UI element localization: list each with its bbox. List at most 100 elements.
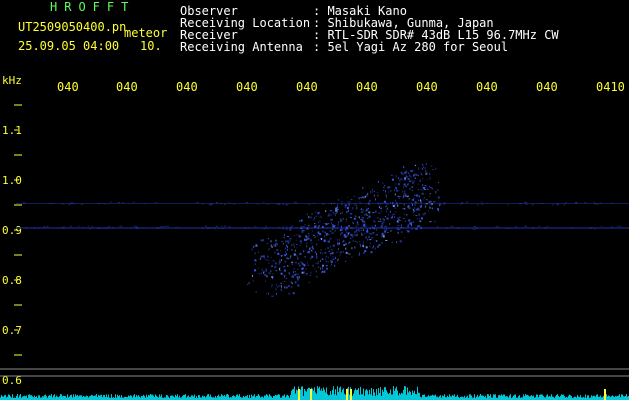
echo-pixel (282, 290, 284, 292)
noise-pixel (472, 228, 475, 230)
echo-pixel (284, 260, 287, 263)
echo-pixel (286, 245, 287, 247)
noise-pixel (82, 226, 85, 228)
level-bar (146, 394, 147, 400)
echo-pixel (339, 251, 342, 254)
echo-pixel (314, 268, 316, 270)
echo-pixel (308, 281, 311, 283)
level-bar (379, 393, 380, 400)
echo-pixel (268, 292, 270, 295)
level-bar (223, 396, 224, 400)
echo-pixel (276, 292, 277, 295)
echo-pixel (369, 242, 371, 244)
echo-pixel (321, 238, 322, 240)
echo-pixel (360, 211, 363, 213)
level-bar (94, 395, 95, 400)
noise-pixel (450, 226, 453, 228)
level-bar (318, 388, 319, 400)
noise-pixel (340, 228, 343, 230)
echo-pixel (260, 239, 263, 242)
echo-pixel (351, 235, 354, 238)
echo-pixel (427, 187, 429, 189)
echo-pixel (294, 281, 297, 284)
level-bar (624, 396, 625, 400)
level-bar (297, 390, 298, 400)
echo-pixel (373, 190, 375, 192)
echo-pixel (280, 272, 283, 275)
level-bar (404, 386, 405, 400)
echo-pixel (350, 199, 353, 200)
echo-pixel (290, 227, 292, 228)
echo-pixel (266, 275, 268, 278)
echo-pixel (404, 177, 407, 180)
echo-pixel (339, 220, 341, 222)
echo-pixel (269, 248, 270, 250)
level-bar (307, 388, 308, 400)
level-bar (580, 395, 581, 400)
app-brand: HROFFT (50, 0, 136, 14)
noise-pixel (70, 202, 73, 204)
echo-pixel (309, 248, 311, 250)
noise-pixel (68, 204, 71, 206)
echo-pixel (248, 281, 250, 284)
echo-pixel (364, 233, 366, 235)
echo-pixel (366, 228, 368, 231)
level-bar (578, 396, 579, 400)
echo-pixel (423, 197, 425, 199)
echo-pixel (402, 195, 404, 197)
level-bar (452, 395, 453, 400)
echo-pixel (330, 222, 332, 225)
echo-pixel (325, 256, 328, 258)
echo-pixel (350, 237, 352, 239)
echo-pixel (421, 167, 423, 170)
echo-pixel (325, 259, 327, 261)
echo-pixel (352, 221, 354, 223)
echo-pixel (353, 195, 355, 197)
level-bar (608, 395, 609, 400)
level-bar (118, 396, 119, 400)
level-bar (1, 395, 2, 400)
echo-pixel (312, 264, 314, 267)
echo-pixel (407, 178, 410, 180)
echo-pixel (291, 286, 293, 289)
level-bar (251, 394, 252, 400)
echo-pixel (411, 198, 414, 201)
level-bar (25, 396, 26, 400)
level-bar (34, 395, 35, 400)
level-bar (418, 392, 419, 400)
echo-pixel (437, 208, 439, 211)
echo-pixel (365, 225, 367, 227)
echo-pixel (330, 218, 333, 221)
level-bar (183, 395, 184, 400)
echo-pixel (429, 177, 431, 180)
level-bar (243, 395, 244, 400)
echo-pixel (431, 188, 433, 190)
level-bar (179, 395, 180, 400)
level-bar (133, 395, 134, 400)
echo-pixel (352, 207, 354, 210)
level-bar (344, 393, 345, 400)
level-bar (309, 387, 310, 400)
level-bar (264, 395, 265, 400)
echo-pixel (252, 274, 253, 277)
level-bar (552, 396, 553, 400)
level-bar (366, 389, 367, 400)
echo-pixel (258, 267, 260, 269)
level-bar (160, 396, 161, 400)
level-bar (144, 395, 145, 400)
echo-pixel (324, 235, 326, 238)
echo-pixel (348, 224, 350, 227)
level-bar (533, 395, 534, 400)
level-bar (523, 394, 524, 400)
echo-pixel (278, 261, 281, 264)
echo-pixel (322, 230, 324, 233)
noise-pixel (25, 226, 28, 228)
echo-pixel (286, 240, 289, 242)
level-bar (396, 386, 397, 400)
level-bar (432, 394, 433, 400)
echo-pixel (389, 186, 391, 188)
echo-pixel (311, 250, 313, 252)
echo-pixel (390, 202, 391, 204)
echo-pixel (333, 244, 335, 247)
echo-pixel (403, 166, 404, 169)
